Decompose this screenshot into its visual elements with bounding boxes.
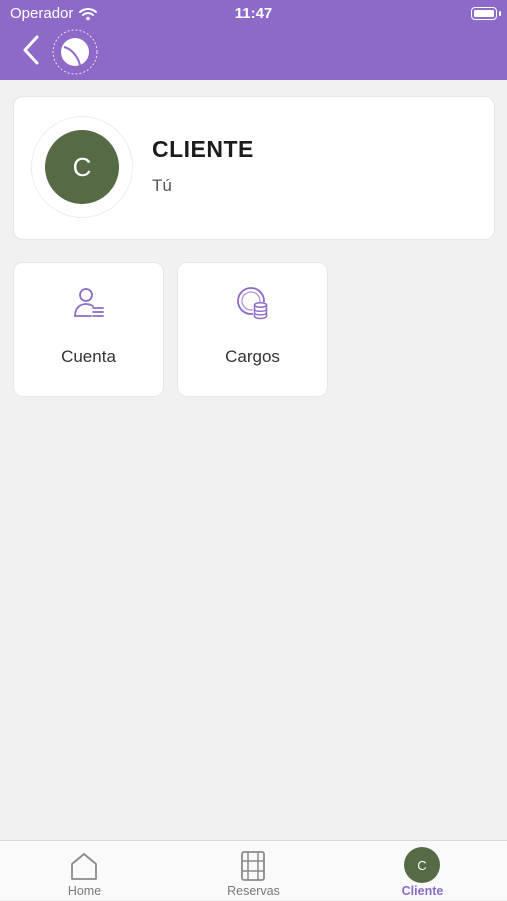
avatar: C — [45, 130, 119, 204]
client-subtitle: Tú — [152, 176, 172, 195]
back-button[interactable] — [18, 33, 46, 67]
tab-home-label: Home — [67, 884, 102, 898]
account-tile[interactable]: Cuenta — [14, 263, 163, 396]
account-tile-label: Cuenta — [61, 347, 116, 366]
tab-client-avatar: C — [404, 847, 440, 883]
charges-tile[interactable]: Cargos — [178, 263, 327, 396]
tab-client[interactable]: C Cliente — [338, 841, 507, 901]
tab-client-label: Cliente — [401, 884, 444, 898]
tab-reservations-label: Reservas — [227, 884, 280, 898]
tab-reservations[interactable]: Reservas — [169, 841, 338, 901]
user-account-icon — [74, 288, 104, 317]
avatar-ring: C — [32, 117, 132, 217]
profile-card: C CLIENTE Tú — [14, 97, 494, 239]
top-header: Operador 11:47 — [0, 0, 507, 80]
tab-client-avatar-initial: C — [417, 857, 427, 873]
client-name: CLIENTE — [152, 136, 254, 162]
status-time: 11:47 — [234, 5, 273, 22]
status-bar: Operador 11:47 — [0, 0, 507, 28]
tab-bar: Home Reservas C Cliente — [0, 840, 507, 900]
club-logo — [52, 29, 98, 75]
coins-icon — [237, 287, 268, 320]
battery-tip — [499, 11, 501, 16]
avatar-initial: C — [72, 151, 92, 182]
tab-home[interactable]: Home — [0, 841, 169, 901]
battery-icon — [471, 7, 497, 20]
charges-tile-label: Cargos — [225, 347, 280, 366]
home-icon — [71, 853, 97, 880]
calendar-icon — [241, 851, 265, 881]
